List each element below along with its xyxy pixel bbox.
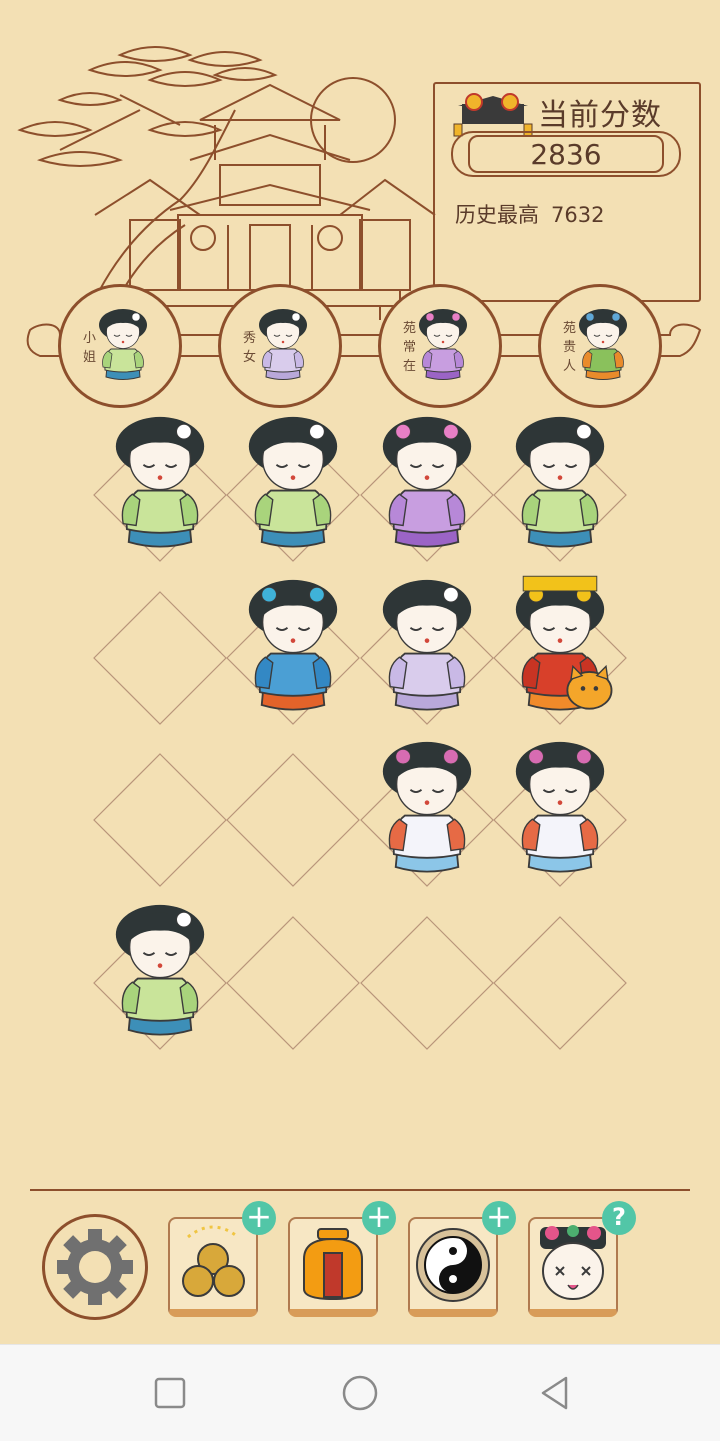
jar-icon	[303, 1228, 363, 1301]
yin-yang-button[interactable]	[408, 1217, 498, 1317]
game-board[interactable]	[0, 400, 720, 1120]
board-cell[interactable]	[226, 753, 360, 887]
girl-lavender-icon	[259, 309, 307, 380]
gear-icon	[57, 1229, 133, 1305]
board-cell[interactable]	[93, 753, 227, 887]
girl-green-icon	[115, 416, 205, 548]
girl-green-icon	[115, 904, 205, 1036]
girl-lavender-icon	[382, 579, 472, 711]
board-cell[interactable]	[360, 916, 494, 1050]
home-icon[interactable]	[341, 1374, 379, 1412]
yin-yang-icon	[416, 1228, 490, 1302]
consort-green-orange-icon	[579, 309, 627, 380]
girl-green-icon	[248, 416, 338, 548]
add-badge[interactable]: +	[242, 1201, 276, 1235]
help-badge[interactable]: ?	[602, 1201, 636, 1235]
rank-circle-1: 小姐	[58, 284, 182, 408]
girl-green-icon	[99, 309, 147, 380]
settings-button[interactable]	[42, 1214, 148, 1320]
concubine-white-icon	[382, 741, 472, 873]
empress-red-with-cat-icon	[515, 575, 613, 711]
rank-figure	[259, 309, 307, 380]
rank-figure	[99, 309, 147, 380]
back-icon[interactable]	[538, 1375, 572, 1411]
jar-button[interactable]	[288, 1217, 378, 1317]
best-score: 历史最高 7632	[455, 199, 604, 229]
character-face-icon	[540, 1225, 606, 1300]
recent-apps-icon[interactable]	[154, 1377, 186, 1409]
toolbar-divider	[30, 1189, 690, 1191]
best-score-value: 7632	[551, 203, 605, 227]
cat-icon	[566, 664, 613, 710]
game-screen: 当前分数 2836 历史最高 7632 小姐秀女苑常在苑贵人 + + + ?	[0, 0, 720, 1344]
best-score-label: 历史最高	[455, 203, 539, 227]
current-score-label: 当前分数	[538, 98, 662, 133]
system-navigation-bar	[0, 1344, 720, 1441]
rank-circle-2: 秀女	[218, 284, 342, 408]
board-cell[interactable]	[93, 591, 227, 725]
rank-circle-4: 苑贵人	[538, 284, 662, 408]
add-badge[interactable]: +	[362, 1201, 396, 1235]
rank-figure	[419, 309, 467, 380]
board-cell[interactable]	[493, 916, 627, 1050]
consort-blue-icon	[248, 579, 338, 711]
add-badge[interactable]: +	[482, 1201, 516, 1235]
rank-circle-3: 苑常在	[378, 284, 502, 408]
rank-figure	[579, 309, 627, 380]
consort-purple-icon	[382, 416, 472, 548]
coins-button[interactable]	[168, 1217, 258, 1317]
board-cell[interactable]	[226, 916, 360, 1050]
help-button[interactable]	[528, 1217, 618, 1317]
concubine-white-icon	[515, 741, 605, 873]
coins-icon	[182, 1225, 245, 1297]
current-score-value: 2836	[468, 135, 664, 173]
consort-purple-icon	[419, 309, 467, 380]
girl-green-icon	[515, 416, 605, 548]
